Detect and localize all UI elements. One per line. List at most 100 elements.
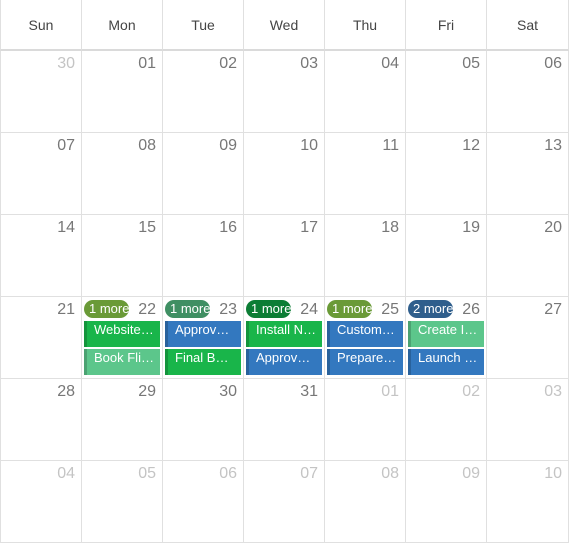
event-chip[interactable]: Approve Hiring <box>246 349 322 375</box>
more-events-link[interactable]: 2 more <box>408 300 453 318</box>
more-events-link[interactable]: 1 more <box>327 300 372 318</box>
day-cell[interactable]: 09 <box>163 133 244 215</box>
day-cell[interactable]: 22 1 more Website RedesignBook Flights <box>82 297 163 379</box>
day-number[interactable]: 30 <box>219 383 237 401</box>
day-cell[interactable]: 28 <box>0 379 82 461</box>
event-chip[interactable]: Launch Campaign <box>408 349 484 375</box>
day-cell[interactable]: 16 <box>163 215 244 297</box>
day-cell[interactable]: 23 1 more Approve BudgetFinal Budget Revie… <box>163 297 244 379</box>
day-number[interactable]: 11 <box>382 137 399 155</box>
day-number[interactable]: 10 <box>300 137 318 155</box>
day-number[interactable]: 05 <box>462 55 480 73</box>
day-number[interactable]: 06 <box>219 465 237 483</box>
day-cell[interactable]: 01 <box>82 51 163 133</box>
event-chip[interactable]: Customer Meeting <box>327 321 403 347</box>
day-number[interactable]: 21 <box>57 301 75 319</box>
day-number[interactable]: 07 <box>300 465 318 483</box>
event-chip[interactable]: Create Invoice <box>408 321 484 347</box>
day-cell[interactable]: 14 <box>0 215 82 297</box>
day-number[interactable]: 13 <box>544 137 562 155</box>
event-chip[interactable]: Book Flights <box>84 349 160 375</box>
more-events-link[interactable]: 1 more <box>246 300 291 318</box>
day-cell[interactable]: 17 <box>244 215 325 297</box>
day-cell[interactable]: 10 <box>487 461 569 543</box>
day-number[interactable]: 04 <box>57 465 75 483</box>
event-chip[interactable]: Install New Database <box>246 321 322 347</box>
day-cell[interactable]: 25 1 more Customer MeetingPrepare Report <box>325 297 406 379</box>
day-cell[interactable]: 07 <box>244 461 325 543</box>
day-cell[interactable]: 30 <box>163 379 244 461</box>
day-cell[interactable]: 15 <box>82 215 163 297</box>
day-cell[interactable]: 30 <box>0 51 82 133</box>
day-cell[interactable]: 21 <box>0 297 82 379</box>
day-cell[interactable]: 05 <box>82 461 163 543</box>
day-number[interactable]: 29 <box>138 383 156 401</box>
day-cell[interactable]: 13 <box>487 133 569 215</box>
day-number[interactable]: 26 <box>462 301 480 319</box>
day-number[interactable]: 28 <box>57 383 75 401</box>
day-number[interactable]: 01 <box>138 55 156 73</box>
event-chip[interactable]: Prepare Report <box>327 349 403 375</box>
day-number[interactable]: 08 <box>138 137 156 155</box>
day-number[interactable]: 17 <box>300 219 318 237</box>
day-number[interactable]: 14 <box>57 219 75 237</box>
day-number[interactable]: 30 <box>57 55 75 73</box>
day-cell[interactable]: 09 <box>406 461 487 543</box>
day-number[interactable]: 06 <box>544 55 562 73</box>
day-number[interactable]: 22 <box>138 301 156 319</box>
day-cell[interactable]: 08 <box>325 461 406 543</box>
day-cell[interactable]: 03 <box>244 51 325 133</box>
day-cell[interactable]: 19 <box>406 215 487 297</box>
weekday-mon: Mon <box>82 0 163 51</box>
day-cell[interactable]: 03 <box>487 379 569 461</box>
event-chip[interactable]: Website Redesign <box>84 321 160 347</box>
day-number[interactable]: 05 <box>138 465 156 483</box>
day-number[interactable]: 09 <box>462 465 480 483</box>
day-cell[interactable]: 29 <box>82 379 163 461</box>
day-number[interactable]: 24 <box>300 301 318 319</box>
day-cell[interactable]: 31 <box>244 379 325 461</box>
day-number[interactable]: 27 <box>544 301 562 319</box>
day-cell[interactable]: 07 <box>0 133 82 215</box>
day-number[interactable]: 02 <box>219 55 237 73</box>
day-number[interactable]: 03 <box>544 383 562 401</box>
day-cell[interactable]: 01 <box>325 379 406 461</box>
day-cell[interactable]: 11 <box>325 133 406 215</box>
day-cell[interactable]: 06 <box>487 51 569 133</box>
more-events-link[interactable]: 1 more <box>165 300 210 318</box>
day-number[interactable]: 12 <box>462 137 480 155</box>
more-events-link[interactable]: 1 more <box>84 300 129 318</box>
day-cell[interactable]: 08 <box>82 133 163 215</box>
day-cell[interactable]: 05 <box>406 51 487 133</box>
event-chip[interactable]: Approve Budget <box>165 321 241 347</box>
day-number[interactable]: 07 <box>57 137 75 155</box>
day-number[interactable]: 18 <box>381 219 399 237</box>
day-number[interactable]: 25 <box>381 301 399 319</box>
day-number[interactable]: 02 <box>462 383 480 401</box>
day-cell[interactable]: 24 1 more Install New DatabaseApprove Hiri… <box>244 297 325 379</box>
day-number[interactable]: 09 <box>219 137 237 155</box>
day-cell[interactable]: 02 <box>406 379 487 461</box>
day-cell[interactable]: 27 <box>487 297 569 379</box>
day-number[interactable]: 19 <box>462 219 480 237</box>
day-cell[interactable]: 20 <box>487 215 569 297</box>
day-cell[interactable]: 04 <box>325 51 406 133</box>
day-number[interactable]: 08 <box>381 465 399 483</box>
day-number[interactable]: 04 <box>381 55 399 73</box>
day-number[interactable]: 20 <box>544 219 562 237</box>
day-number[interactable]: 10 <box>544 465 562 483</box>
day-cell[interactable]: 26 2 more Create InvoiceLaunch Campaign <box>406 297 487 379</box>
day-cell[interactable]: 06 <box>163 461 244 543</box>
day-cell[interactable]: 02 <box>163 51 244 133</box>
day-cell[interactable]: 10 <box>244 133 325 215</box>
day-cell[interactable]: 04 <box>0 461 82 543</box>
day-number[interactable]: 16 <box>219 219 237 237</box>
day-number[interactable]: 31 <box>300 383 318 401</box>
event-chip[interactable]: Final Budget Review <box>165 349 241 375</box>
day-number[interactable]: 15 <box>138 219 156 237</box>
day-number[interactable]: 01 <box>381 383 399 401</box>
day-number[interactable]: 03 <box>300 55 318 73</box>
day-number[interactable]: 23 <box>219 301 237 319</box>
day-cell[interactable]: 12 <box>406 133 487 215</box>
day-cell[interactable]: 18 <box>325 215 406 297</box>
